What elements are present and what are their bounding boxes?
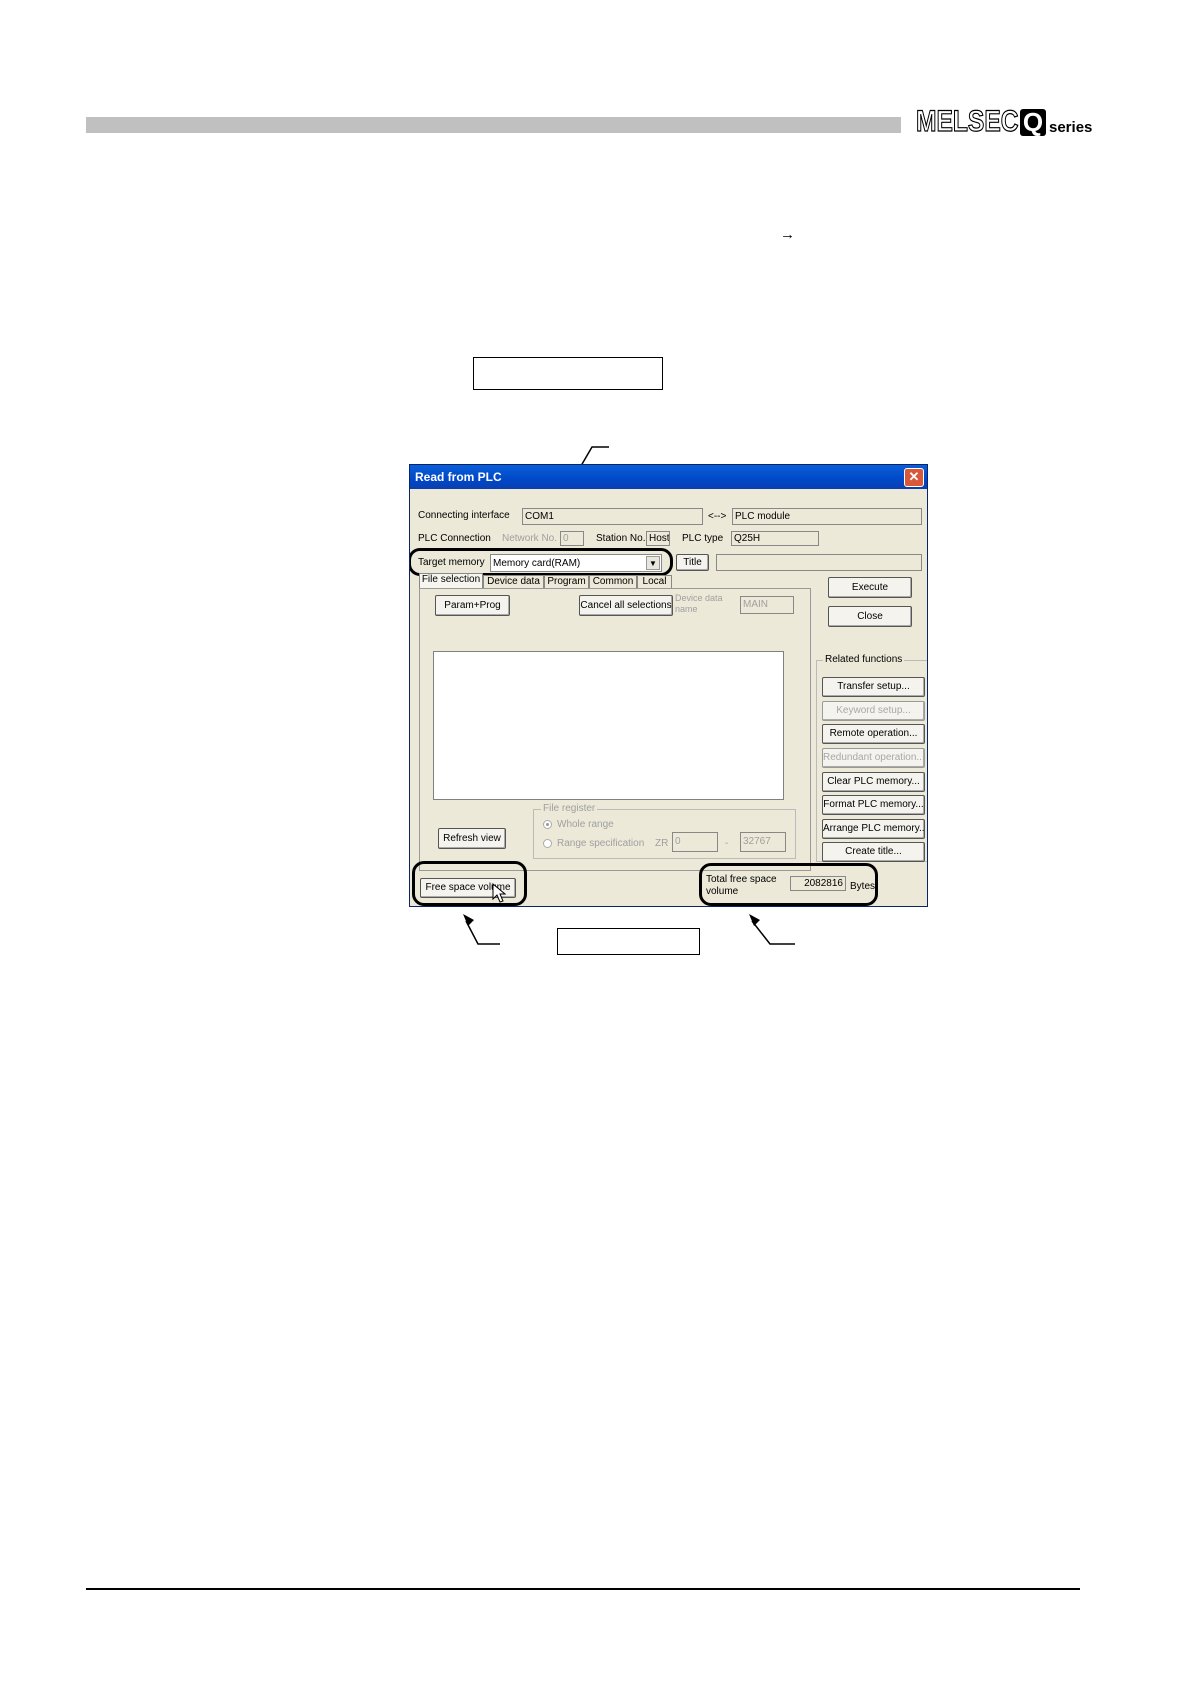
- related-button-4[interactable]: Clear PLC memory...: [822, 772, 925, 792]
- station-no-label: Station No.: [596, 533, 646, 544]
- related-button-2[interactable]: Remote operation...: [822, 724, 925, 744]
- read-from-plc-dialog: Read from PLC ✕ Connecting interface COM…: [409, 464, 928, 907]
- device-data-name-field: MAIN: [740, 596, 794, 614]
- tab-program[interactable]: Program: [544, 575, 589, 589]
- callout-free-space: [412, 861, 527, 906]
- related-button-3[interactable]: Redundant operation...: [822, 748, 925, 768]
- arrowhead-free-space: [463, 914, 474, 926]
- close-icon[interactable]: ✕: [904, 468, 924, 487]
- callout-target-memory: [410, 548, 673, 576]
- leader-line-total-free: [751, 920, 795, 945]
- whole-range-radio[interactable]: [543, 820, 552, 829]
- file-list[interactable]: [433, 651, 784, 800]
- related-button-5[interactable]: Format PLC memory...: [822, 795, 925, 815]
- range-end-field: 32767: [740, 832, 786, 852]
- range-dash: -: [725, 838, 729, 849]
- footer-rule: [86, 1588, 1080, 1590]
- connecting-interface-field: COM1: [522, 508, 703, 525]
- whole-range-label: Whole range: [557, 819, 614, 830]
- refresh-view-button[interactable]: Refresh view: [438, 828, 506, 849]
- tab-local[interactable]: Local: [637, 575, 672, 589]
- related-button-1[interactable]: Keyword setup...: [822, 701, 925, 721]
- tab-device-data[interactable]: Device data: [483, 575, 544, 589]
- zr-label: ZR: [655, 838, 669, 849]
- arrowhead-total-free: [749, 914, 760, 926]
- param-prog-button[interactable]: Param+Prog: [435, 595, 510, 616]
- execute-button[interactable]: Execute: [828, 577, 912, 598]
- title-button[interactable]: Title: [676, 554, 709, 571]
- related-button-7[interactable]: Create title...: [822, 842, 925, 862]
- cancel-all-selections-button[interactable]: Cancel all selections: [579, 595, 673, 616]
- connecting-interface-label: Connecting interface: [418, 510, 510, 521]
- network-no-label: Network No.: [502, 533, 558, 544]
- callout-total-free: [699, 863, 878, 906]
- range-spec-label: Range specification: [557, 838, 645, 849]
- dialog-titlebar[interactable]: Read from PLC ✕: [410, 465, 927, 489]
- link-symbol: <-->: [708, 511, 727, 522]
- title-field: [716, 554, 922, 571]
- station-no-field: Host: [646, 531, 670, 546]
- close-button[interactable]: Close: [828, 606, 912, 627]
- connection-target-field: PLC module: [732, 508, 922, 525]
- tab-file-selection[interactable]: File selection: [419, 573, 483, 589]
- range-start-field: 0: [672, 832, 718, 852]
- plc-type-field: Q25H: [731, 531, 819, 546]
- related-button-6[interactable]: Arrange PLC memory...: [822, 819, 925, 839]
- range-spec-radio[interactable]: [543, 839, 552, 848]
- leader-line-free-space: [465, 920, 500, 945]
- plc-type-label: PLC type: [682, 533, 724, 544]
- file-register-label: File register: [541, 803, 598, 814]
- tab-common[interactable]: Common: [589, 575, 637, 589]
- plc-connection-label: PLC Connection: [418, 533, 491, 544]
- related-button-0[interactable]: Transfer setup...: [822, 677, 925, 697]
- device-data-name-label: Device data name: [675, 593, 723, 614]
- dialog-title: Read from PLC: [415, 470, 502, 484]
- related-functions-label: Related functions: [823, 654, 905, 665]
- network-no-field: 0: [560, 531, 584, 546]
